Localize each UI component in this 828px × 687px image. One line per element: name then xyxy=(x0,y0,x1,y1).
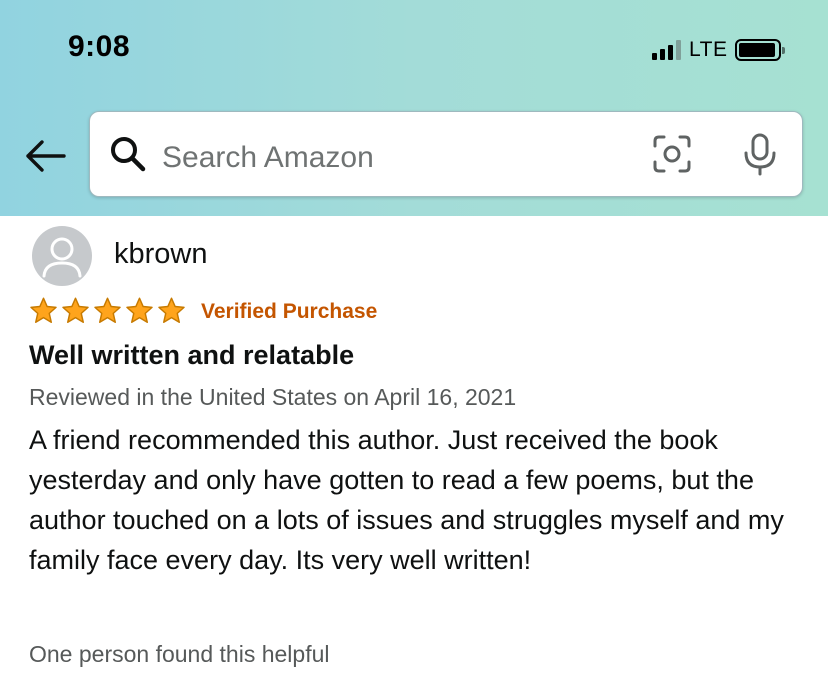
search-icon xyxy=(111,137,146,172)
signal-icon xyxy=(652,40,681,60)
microphone-icon[interactable] xyxy=(742,132,778,176)
star-icon xyxy=(126,297,153,323)
back-arrow-icon[interactable] xyxy=(24,136,66,176)
star-icon xyxy=(30,297,57,323)
star-rating xyxy=(28,296,187,326)
verified-purchase-badge: Verified Purchase xyxy=(201,300,378,323)
reviewer-name[interactable]: kbrown xyxy=(114,238,208,271)
battery-icon xyxy=(735,39,786,61)
network-label: LTE xyxy=(689,38,728,61)
search-input[interactable] xyxy=(162,136,632,180)
star-icon xyxy=(94,297,121,323)
status-indicators: LTE xyxy=(652,38,786,62)
review-meta: Reviewed in the United States on April 1… xyxy=(29,384,517,410)
user-avatar-icon xyxy=(32,226,92,286)
camera-scan-icon[interactable] xyxy=(652,134,692,174)
review-body: A friend recommended this author. Just r… xyxy=(29,425,784,575)
status-time: 9:08 xyxy=(68,30,131,63)
star-icon xyxy=(158,297,185,323)
review-title[interactable]: Well written and relatable xyxy=(29,340,354,371)
helpful-count: One person found this helpful xyxy=(29,641,330,667)
star-icon xyxy=(62,297,89,323)
